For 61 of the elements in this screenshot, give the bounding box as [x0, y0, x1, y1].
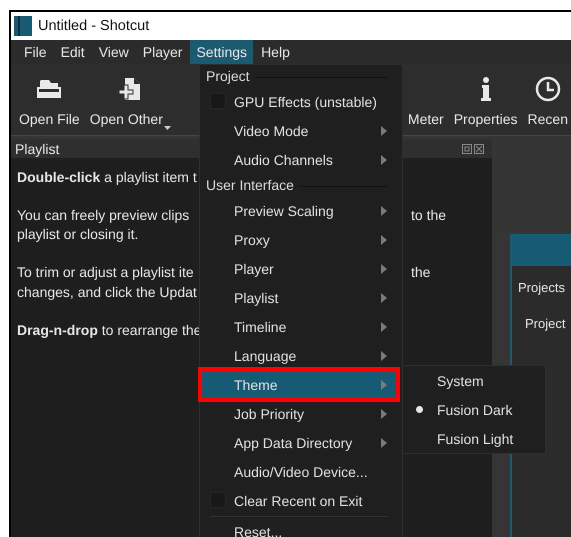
- menu-item[interactable]: Fusion Light: [404, 424, 540, 453]
- menu-section-label: User Interface: [206, 177, 294, 193]
- clock-icon: [534, 76, 561, 102]
- submenu-arrow-icon: [381, 234, 387, 244]
- submenu-arrow-icon: [381, 438, 387, 448]
- panel-title: Playlist: [15, 140, 60, 156]
- playlist-help-text: the: [411, 264, 430, 280]
- menu-section-label: Project: [206, 68, 250, 84]
- menu-item[interactable]: Playlist: [201, 283, 397, 312]
- app-logo-icon: [14, 16, 32, 36]
- submenu-arrow-icon: [381, 264, 387, 274]
- playlist-help-text: You can freely preview clips: [17, 206, 190, 223]
- menu-bar-item[interactable]: File: [18, 40, 53, 64]
- menu-item[interactable]: System: [404, 366, 540, 395]
- submenu-arrow-icon: [381, 126, 387, 136]
- submenu-arrow-icon: [381, 206, 387, 216]
- submenu-arrow-icon: [381, 350, 387, 360]
- submenu-arrow-icon: [381, 292, 387, 302]
- submenu-arrow-icon: [381, 408, 387, 418]
- dialog-label: Project: [525, 316, 566, 331]
- submenu-arrow-icon: [381, 154, 387, 164]
- menu-bar-item[interactable]: Player: [136, 40, 188, 64]
- document-plus-icon: [119, 77, 142, 101]
- caret-icon: [164, 126, 171, 130]
- submenu-arrow-icon: [381, 380, 387, 390]
- folder-icon: [36, 78, 62, 100]
- playlist-help-text: Double-click a playlist item t: [17, 168, 198, 185]
- toolbar-button[interactable]: Open File: [14, 64, 85, 135]
- menu-item[interactable]: Player: [201, 254, 397, 283]
- menu-item[interactable]: Preview Scaling: [201, 196, 397, 225]
- toolbar-button[interactable]: Recen: [522, 64, 571, 135]
- playlist-help-text: playlist or closing it.: [17, 226, 140, 242]
- menu-item[interactable]: Audio/Video Device...: [201, 457, 397, 486]
- menu-bar-item[interactable]: Edit: [54, 40, 91, 64]
- toolbar-button[interactable]: Properties: [448, 64, 523, 135]
- menu-item[interactable]: Clear Recent on Exit: [201, 486, 397, 515]
- playlist-help-text: changes, and click the Updat: [17, 284, 198, 300]
- menu-item[interactable]: GPU Effects (unstable): [201, 87, 397, 116]
- playlist-help-text: To trim or adjust a playlist ite: [17, 264, 195, 280]
- submenu-arrow-icon: [381, 322, 387, 332]
- toolbar-button[interactable]: Meter: [402, 64, 449, 135]
- close-icon[interactable]: [474, 144, 484, 154]
- dialog-label: Projects: [518, 280, 565, 295]
- menu-item[interactable]: Language: [201, 341, 397, 370]
- menu-item[interactable]: Theme: [201, 370, 397, 399]
- info-icon: [480, 77, 492, 101]
- window-title: Untitled - Shotcut: [38, 18, 150, 34]
- playlist-help-text: to the: [411, 206, 446, 223]
- menu-bar-item[interactable]: View: [92, 40, 135, 64]
- menu-item[interactable]: Timeline: [201, 312, 397, 341]
- toolbar-button[interactable]: Open Other: [84, 64, 176, 135]
- menu-item[interactable]: Audio Channels: [201, 145, 397, 174]
- float-icon[interactable]: [462, 144, 472, 154]
- menu-bar-item[interactable]: Settings: [190, 40, 254, 64]
- menu-item[interactable]: Video Mode: [201, 116, 397, 145]
- menu-item[interactable]: App Data Directory: [201, 428, 397, 457]
- menu-item[interactable]: Proxy: [201, 225, 397, 254]
- menu-bar-item[interactable]: Help: [255, 40, 296, 64]
- menu-item[interactable]: Reset...: [201, 517, 397, 537]
- menu-item[interactable]: Fusion Dark: [404, 395, 540, 424]
- menu-item[interactable]: Job Priority: [201, 399, 397, 428]
